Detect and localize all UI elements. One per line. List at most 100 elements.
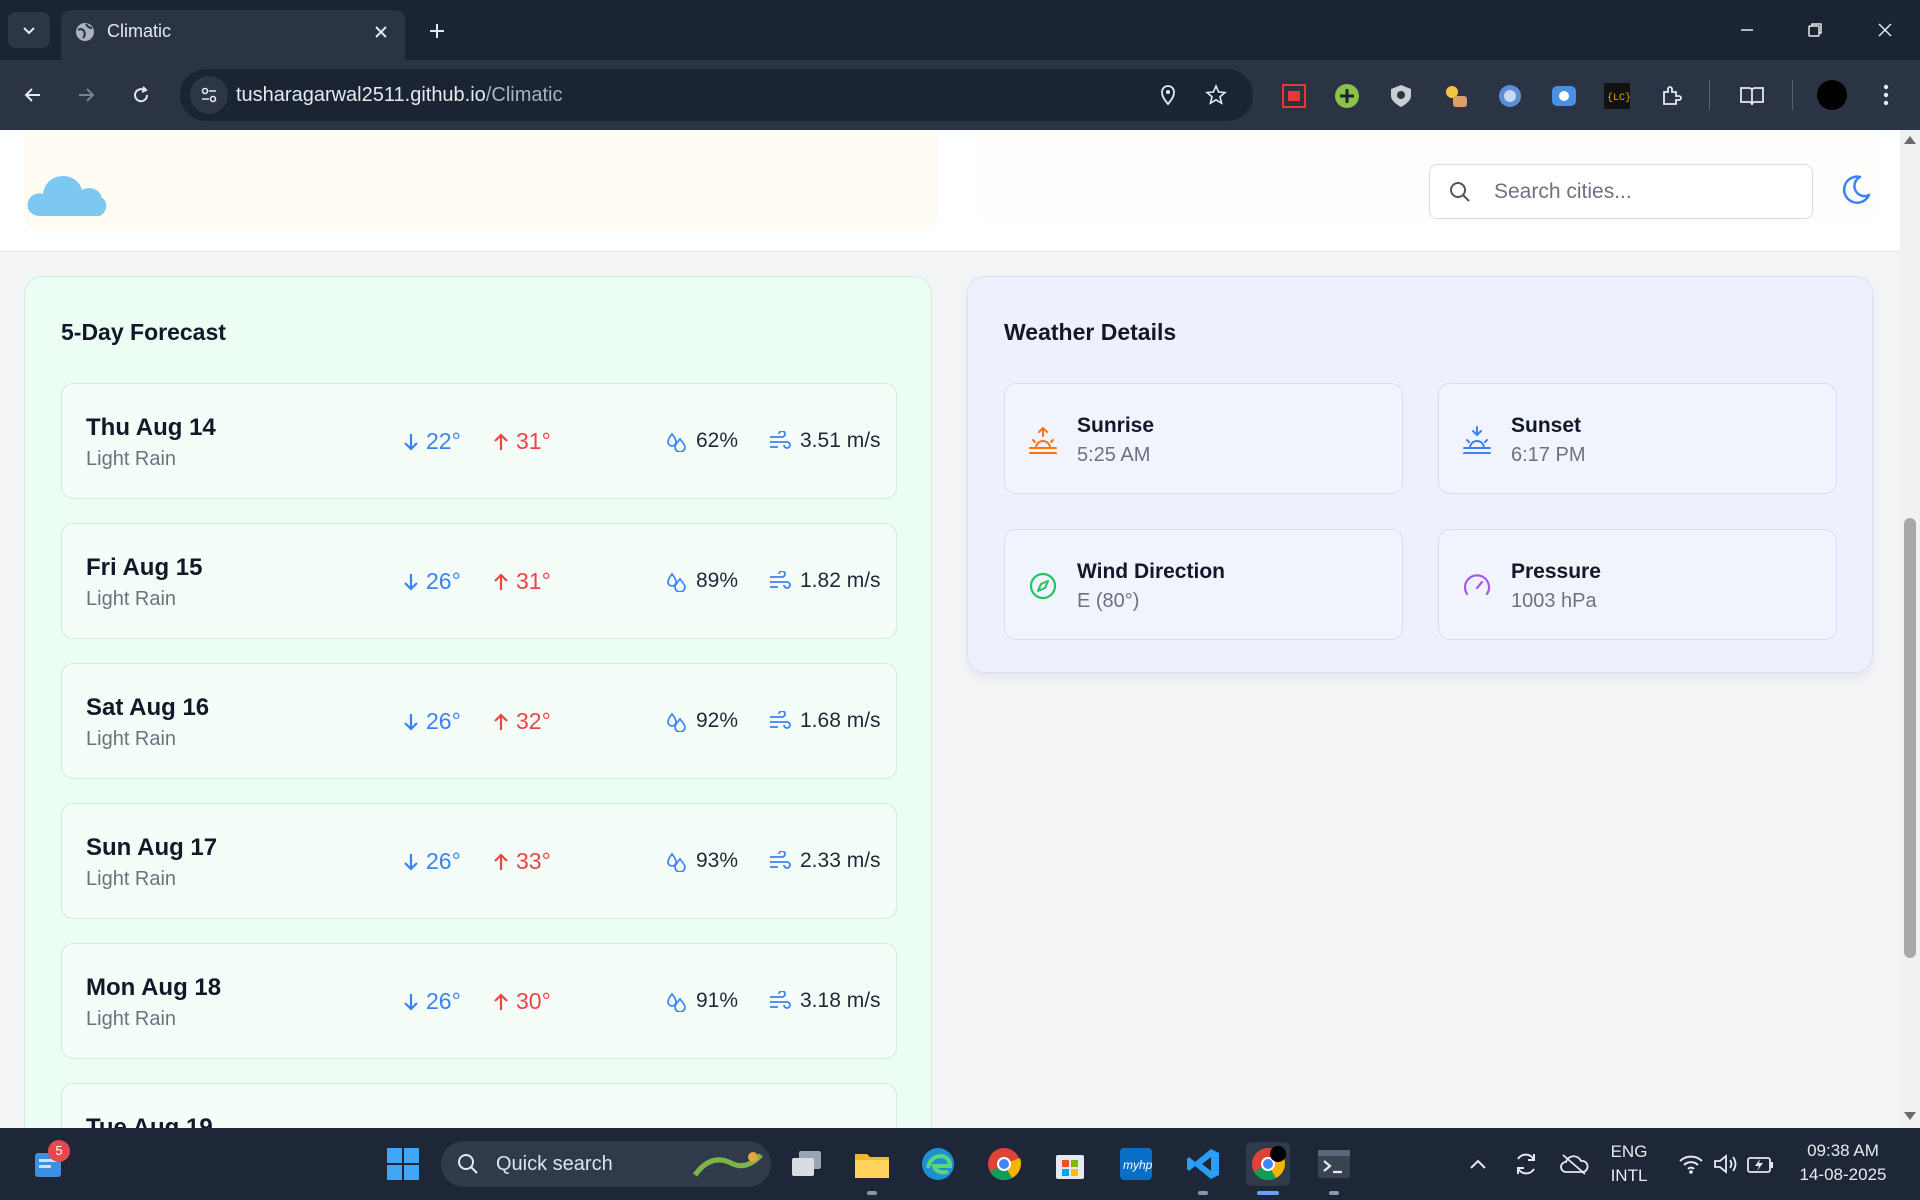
forecast-day-row[interactable]: Mon Aug 18 Light Rain 26° 30° 91% 3.18 m… [61,943,897,1059]
extensions-puzzle-icon[interactable] [1658,82,1686,110]
forecast-condition: Light Rain [86,1008,177,1030]
arrow-down-icon [404,573,418,591]
browser-menu-button[interactable] [1876,80,1896,110]
close-window-button[interactable] [1862,12,1908,48]
forecast-day-row[interactable]: Sun Aug 17 Light Rain 26° 33° 93% 2.33 m… [61,803,897,919]
bookmark-star-icon[interactable] [1203,82,1229,108]
cloud-icon[interactable] [24,164,108,220]
task-view-button[interactable] [785,1142,829,1186]
chrome-active-button[interactable] [1246,1142,1290,1186]
forecast-condition: Light Rain [86,448,177,470]
address-bar[interactable]: tusharagarwal2511.github.io/Climatic [180,69,1253,121]
pressure-detail: Pressure 1003 hPa [1438,529,1837,640]
forecast-day-row[interactable]: Thu Aug 14 Light Rain 22° 31° 62% 3.51 m… [61,383,897,499]
clock-time: 09:38 AM [1807,1141,1879,1160]
url-text[interactable]: tusharagarwal2511.github.io/Climatic [236,84,562,107]
location-icon[interactable] [1155,82,1181,108]
sunrise-icon [1029,426,1057,454]
reload-button[interactable] [121,75,161,115]
low-temp-value: 26° [426,848,461,874]
tab-search-button[interactable] [8,12,50,48]
humidity-value: 91% [696,989,739,1012]
forecast-card: 5-Day Forecast Thu Aug 14 Light Rain 22°… [24,276,932,1128]
onedrive-tray-button[interactable] [1552,1142,1596,1186]
forecast-humidity: 93% [666,849,738,873]
close-icon [1878,23,1892,37]
scroll-down-arrow-icon[interactable] [1904,1112,1916,1120]
url-host: tusharagarwal2511.github.io [236,84,486,106]
wind-icon [770,851,791,869]
tab-close-button[interactable] [367,18,395,46]
myhp-button[interactable]: myhp [1114,1142,1158,1186]
show-hidden-icons-button[interactable] [1456,1142,1500,1186]
restore-button[interactable] [1792,12,1838,48]
low-temp-value: 22° [426,428,461,454]
droplets-icon [667,992,686,1012]
reload-icon [134,86,149,103]
store-icon [1056,1155,1084,1179]
site-info-button[interactable] [190,76,228,114]
forecast-day-row[interactable]: Sat Aug 16 Light Rain 26° 32° 92% 1.68 m… [61,663,897,779]
terminal-button[interactable] [1312,1142,1356,1186]
scroll-up-arrow-icon[interactable] [1904,136,1916,144]
city-search-input[interactable] [1494,177,1794,207]
quick-settings-button[interactable] [1666,1142,1786,1186]
extension-pdf-icon[interactable] [1280,82,1308,110]
detail-value: 6:17 PM [1511,444,1586,466]
scrollbar-thumb[interactable] [1904,518,1916,958]
wind-icon [770,571,791,589]
new-tab-button[interactable] [420,14,454,48]
browser-toolbar: tusharagarwal2511.github.io/Climatic {LC… [0,60,1920,130]
forward-button[interactable] [66,75,106,115]
page-scrollbar[interactable] [1900,130,1920,1128]
forecast-wind: 1.82 m/s [768,569,881,593]
arrow-down-icon [404,993,418,1011]
vscode-button[interactable] [1181,1142,1225,1186]
back-button[interactable] [13,75,53,115]
chrome-button[interactable] [982,1142,1026,1186]
wind-icon [770,991,791,1009]
forecast-low-temp: 26° [402,848,461,875]
extension-shield-icon[interactable] [1387,82,1415,110]
minimize-button[interactable] [1724,12,1770,48]
forecast-day-row[interactable]: Tue Aug 19 [61,1083,897,1128]
sync-icon [1517,1153,1535,1175]
arrow-up-icon [494,712,508,730]
edge-button[interactable] [916,1142,960,1186]
file-explorer-button[interactable] [850,1142,894,1186]
store-button[interactable] [1048,1142,1092,1186]
extension-leetcode-icon[interactable]: {LC} [1603,82,1631,110]
forecast-day-row[interactable]: Fri Aug 15 Light Rain 26° 31° 89% 1.82 m… [61,523,897,639]
forecast-wind: 2.33 m/s [768,849,881,873]
forecast-high-temp: 30° [492,988,551,1015]
language-indicator[interactable]: ENG INTL [1604,1142,1654,1186]
wind-value: 1.68 m/s [800,709,881,732]
taskbar-search[interactable]: Quick search [441,1141,771,1187]
sync-tray-button[interactable] [1504,1142,1548,1186]
page-content: 5-Day Forecast Thu Aug 14 Light Rain 22°… [0,130,1900,1128]
high-temp-value: 31° [516,568,551,594]
scrolled-content-behind-header [24,130,938,230]
detail-value: 1003 hPa [1511,590,1597,612]
extension-plus-icon[interactable] [1333,82,1361,110]
chrome-profile-icon [1252,1146,1286,1181]
theme-toggle-button[interactable] [1836,170,1876,210]
sunset-icon [1463,426,1491,454]
forecast-condition: Light Rain [86,868,177,890]
svg-text:myhp: myhp [1123,1158,1153,1172]
forecast-condition: Light Rain [86,728,177,750]
extension-character-icon[interactable] [1442,82,1470,110]
start-button[interactable] [381,1142,425,1186]
clock[interactable]: 09:38 AM 14-08-2025 [1786,1141,1900,1185]
toolbar-divider [1792,80,1793,110]
profile-avatar[interactable] [1817,80,1847,110]
reading-mode-icon[interactable] [1738,82,1766,110]
active-indicator [1257,1191,1279,1195]
extension-capture-icon[interactable] [1550,82,1578,110]
extension-swirl-icon[interactable] [1496,82,1524,110]
city-search-box[interactable] [1429,164,1813,219]
sunset-detail: Sunset 6:17 PM [1438,383,1837,494]
browser-tab-active[interactable]: Climatic [61,10,405,60]
forecast-date: Tue Aug 19 [86,1114,213,1128]
arrow-up-icon [494,992,508,1010]
